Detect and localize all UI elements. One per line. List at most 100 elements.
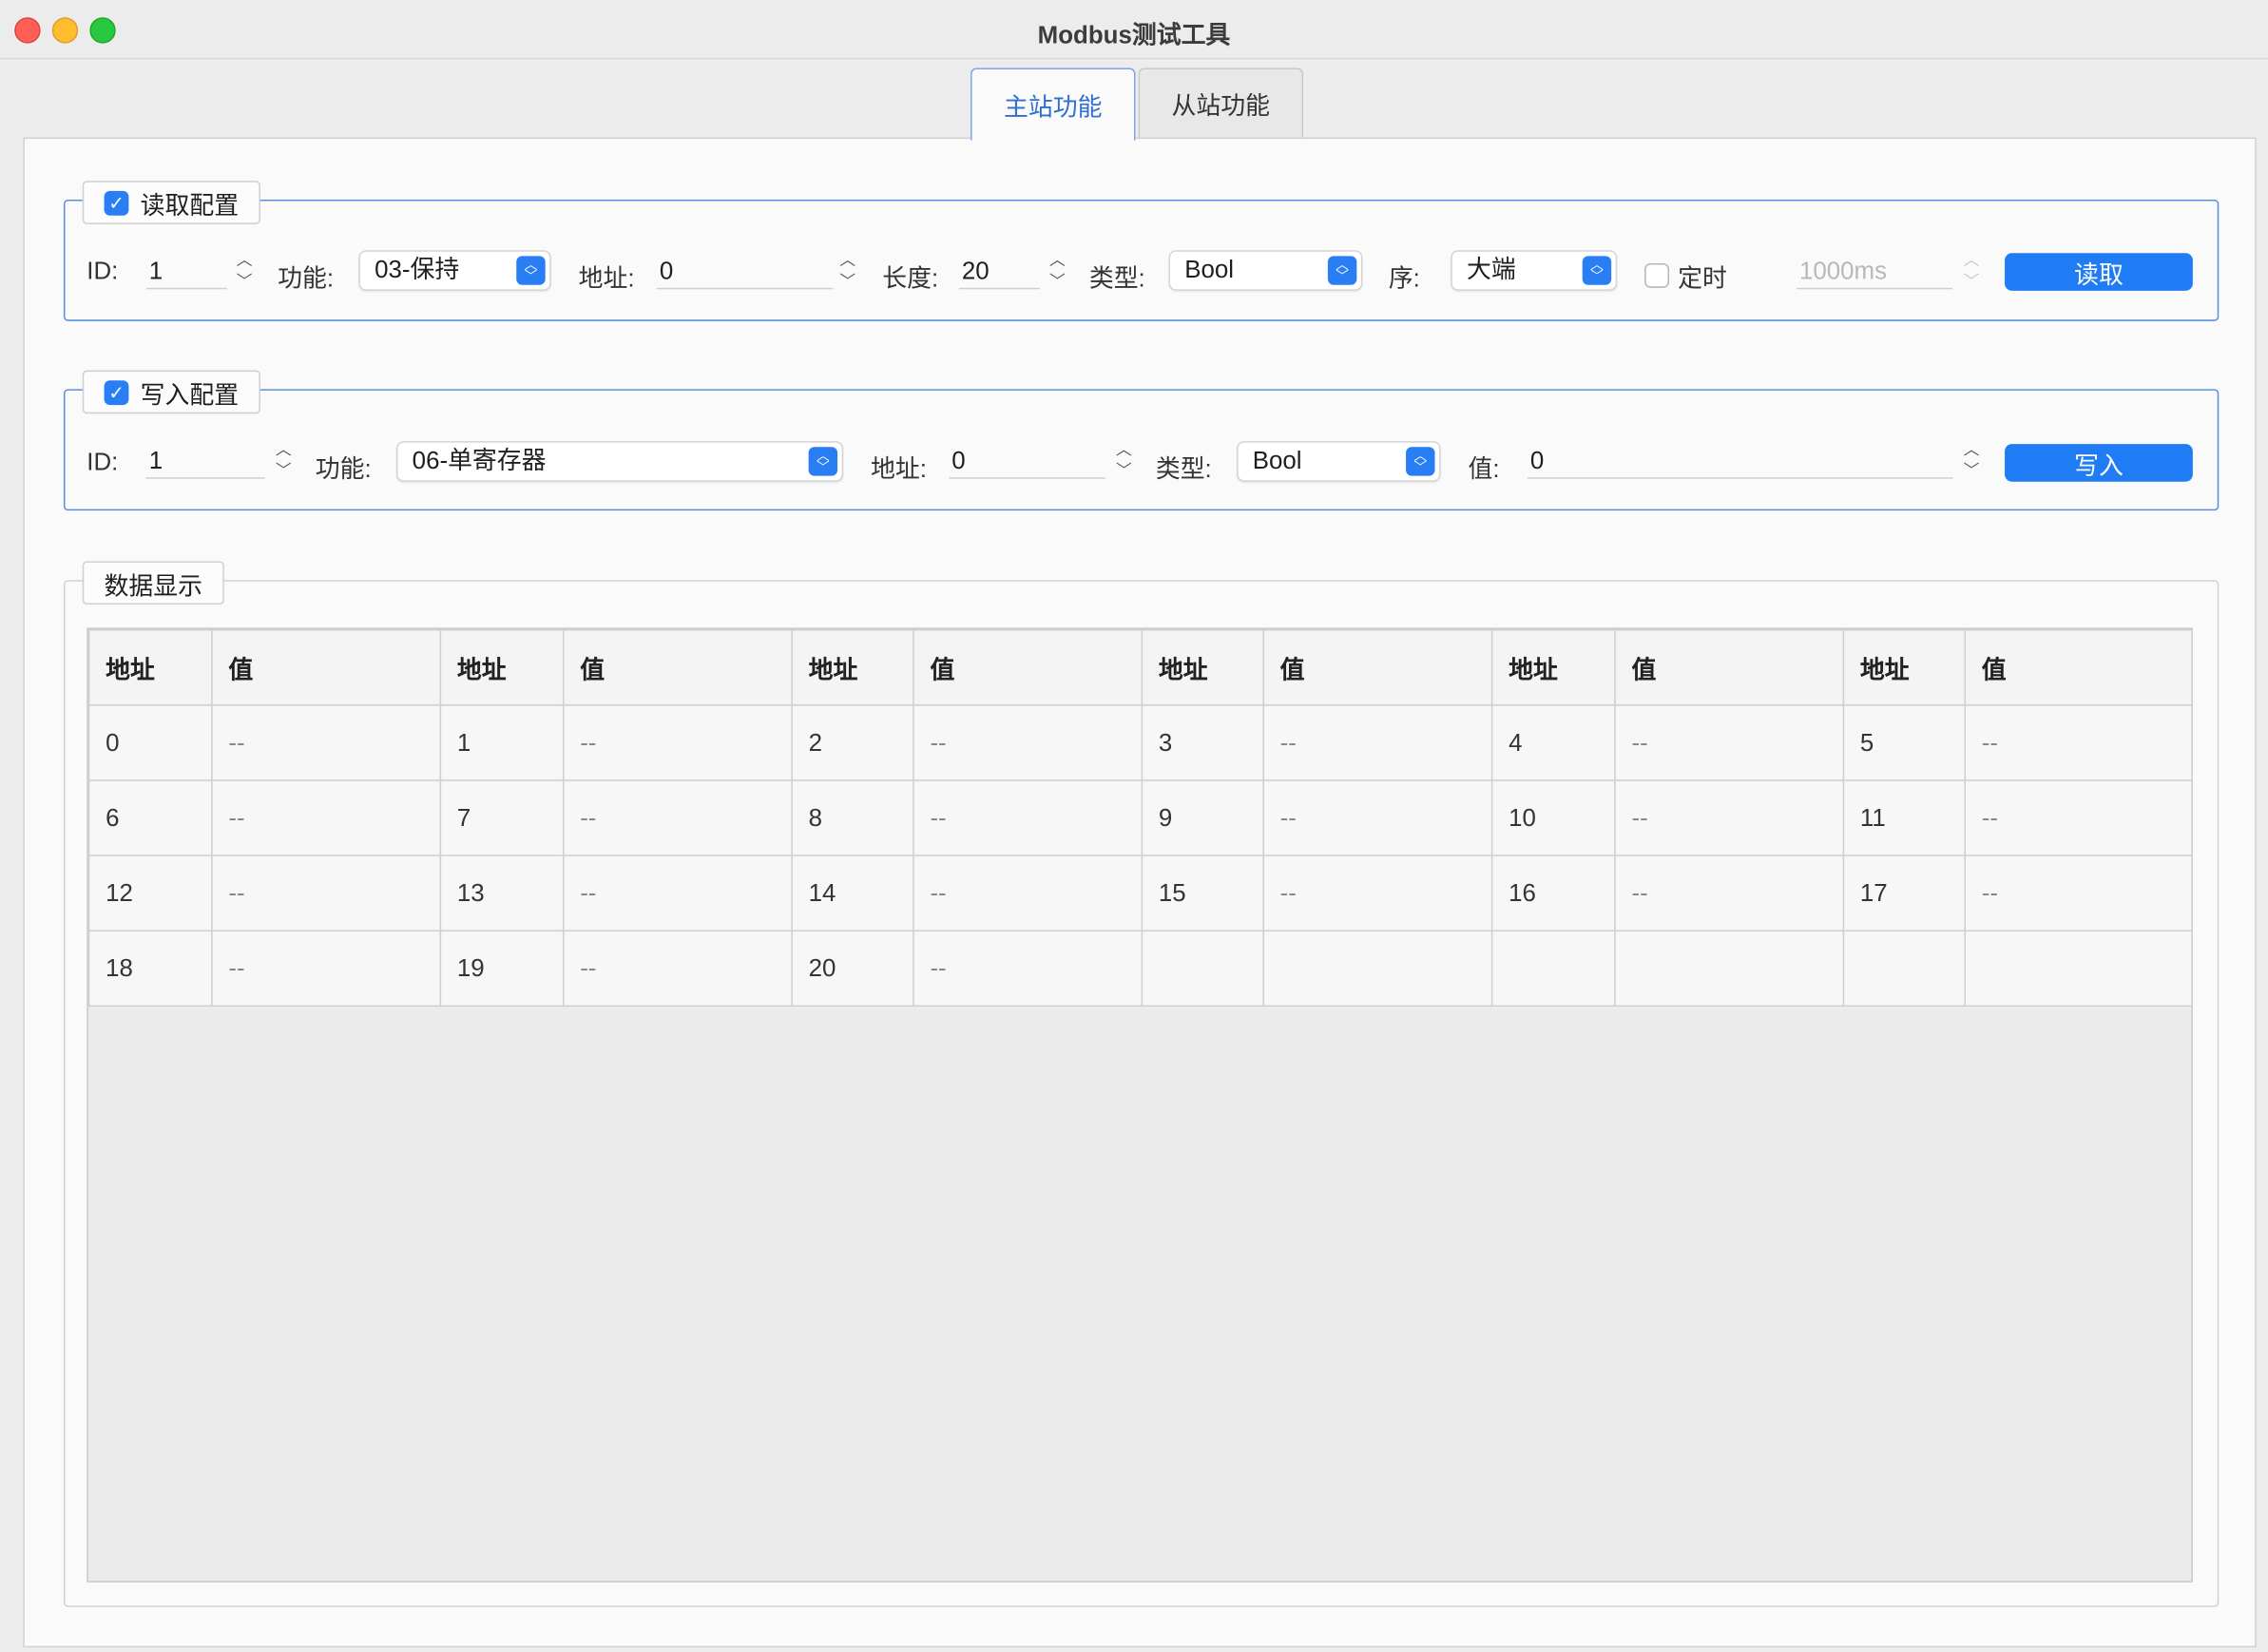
write-button[interactable]: 写入 [2005,444,2193,482]
value-cell[interactable]: -- [1964,779,2192,856]
column-header-address[interactable]: 地址 [1141,628,1264,706]
write-id-spinner[interactable]: ︿ ﹀ [274,442,294,481]
chevron-down-icon[interactable]: ﹀ [237,274,253,291]
write-value-spinner[interactable]: ︿ ﹀ [1961,442,1981,481]
read-function-select[interactable]: 03-保持 ︿ ﹀ [358,250,551,291]
value-cell[interactable]: -- [1262,779,1493,856]
address-cell[interactable]: 19 [439,930,565,1008]
value-cell[interactable]: -- [1614,855,1845,932]
read-id-spinner[interactable]: ︿ ﹀ [235,253,255,291]
address-cell[interactable]: 5 [1842,704,1966,781]
value-cell[interactable]: -- [562,855,793,932]
value-cell[interactable]: -- [562,704,793,781]
column-header-address[interactable]: 地址 [1490,628,1616,706]
timer-interval-input[interactable]: 1000ms [1796,255,1953,290]
value-cell[interactable]: -- [1964,855,2192,932]
write-address-spinner[interactable]: ︿ ﹀ [1114,442,1134,481]
value-cell[interactable]: -- [562,930,793,1008]
read-button[interactable]: 读取 [2005,253,2193,291]
address-cell[interactable] [1842,930,1966,1008]
timer-checkbox[interactable] [1644,262,1670,288]
chevron-up-icon[interactable]: ︿ [1964,442,1980,459]
chevron-down-icon[interactable]: ﹀ [1049,274,1066,291]
address-cell[interactable]: 13 [439,855,565,932]
column-header-address[interactable]: 地址 [791,628,914,706]
write-function-select[interactable]: 06-单寄存器 ︿ ﹀ [395,441,844,482]
read-address-input[interactable]: 0 [656,255,834,290]
value-cell[interactable]: -- [913,930,1144,1008]
read-length-input[interactable]: 20 [958,255,1041,290]
value-cell[interactable]: -- [1262,704,1493,781]
chevron-down-icon[interactable]: ﹀ [1964,464,1980,480]
address-cell[interactable]: 16 [1490,855,1616,932]
value-cell[interactable]: -- [913,779,1144,856]
column-header-value[interactable]: 值 [913,628,1144,706]
address-cell[interactable]: 12 [87,855,213,932]
value-cell[interactable] [1964,930,2192,1008]
chevron-up-icon[interactable]: ︿ [1116,442,1132,459]
column-header-value[interactable]: 值 [1614,628,1845,706]
timer-checkbox-row[interactable]: 定时 [1644,258,1727,294]
value-cell[interactable]: -- [211,779,442,856]
chevron-up-icon[interactable]: ︿ [1049,253,1066,269]
address-cell[interactable]: 11 [1842,779,1966,856]
address-cell[interactable]: 3 [1141,704,1264,781]
chevron-up-icon[interactable]: ︿ [839,253,855,269]
value-cell[interactable]: -- [1262,855,1493,932]
read-order-select[interactable]: 大端 ︿ ﹀ [1451,250,1618,291]
read-type-select[interactable]: Bool ︿ ﹀ [1168,250,1363,291]
chevron-down-icon[interactable]: ﹀ [839,274,855,291]
value-cell[interactable]: -- [1614,779,1845,856]
address-cell[interactable] [1141,930,1264,1008]
value-cell[interactable] [1614,930,1845,1008]
value-cell[interactable]: -- [913,855,1144,932]
address-cell[interactable]: 17 [1842,855,1966,932]
column-header-value[interactable]: 值 [562,628,793,706]
address-cell[interactable]: 7 [439,779,565,856]
address-cell[interactable]: 10 [1490,779,1616,856]
write-config-header[interactable]: ✓ 写入配置 [82,370,260,414]
address-cell[interactable]: 1 [439,704,565,781]
write-address-input[interactable]: 0 [949,444,1105,479]
read-length-spinner[interactable]: ︿ ﹀ [1048,253,1067,291]
value-cell[interactable]: -- [211,855,442,932]
value-cell[interactable]: -- [211,930,442,1008]
tab-slave[interactable]: 从站功能 [1138,67,1304,138]
timer-interval-spinner[interactable]: ︿ ﹀ [1961,253,1981,291]
value-cell[interactable] [1262,930,1493,1008]
address-cell[interactable]: 0 [87,704,213,781]
chevron-down-icon[interactable]: ﹀ [276,464,292,480]
address-cell[interactable]: 4 [1490,704,1616,781]
address-cell[interactable]: 14 [791,855,914,932]
write-type-select[interactable]: Bool ︿ ﹀ [1237,441,1441,482]
address-cell[interactable]: 18 [87,930,213,1008]
read-config-header[interactable]: ✓ 读取配置 [82,181,260,224]
chevron-down-icon[interactable]: ﹀ [1964,274,1980,291]
address-cell[interactable] [1490,930,1616,1008]
address-cell[interactable]: 15 [1141,855,1264,932]
address-cell[interactable]: 9 [1141,779,1264,856]
column-header-address[interactable]: 地址 [439,628,565,706]
value-cell[interactable]: -- [211,704,442,781]
column-header-address[interactable]: 地址 [1842,628,1966,706]
read-id-input[interactable]: 1 [145,255,227,290]
chevron-up-icon[interactable]: ︿ [276,442,292,459]
read-config-checkbox[interactable]: ✓ [104,190,129,215]
value-cell[interactable]: -- [562,779,793,856]
read-address-spinner[interactable]: ︿ ﹀ [837,253,857,291]
address-cell[interactable]: 20 [791,930,914,1008]
write-value-input[interactable]: 0 [1527,444,1953,479]
chevron-up-icon[interactable]: ︿ [1964,253,1980,269]
chevron-up-icon[interactable]: ︿ [237,253,253,269]
write-id-input[interactable]: 1 [145,444,265,479]
value-cell[interactable]: -- [1964,704,2192,781]
value-cell[interactable]: -- [913,704,1144,781]
column-header-value[interactable]: 值 [1262,628,1493,706]
tab-master[interactable]: 主站功能 [971,67,1136,141]
value-cell[interactable]: -- [1614,704,1845,781]
column-header-value[interactable]: 值 [211,628,442,706]
address-cell[interactable]: 8 [791,779,914,856]
chevron-down-icon[interactable]: ﹀ [1116,464,1132,480]
column-header-address[interactable]: 地址 [87,628,213,706]
column-header-value[interactable]: 值 [1964,628,2192,706]
